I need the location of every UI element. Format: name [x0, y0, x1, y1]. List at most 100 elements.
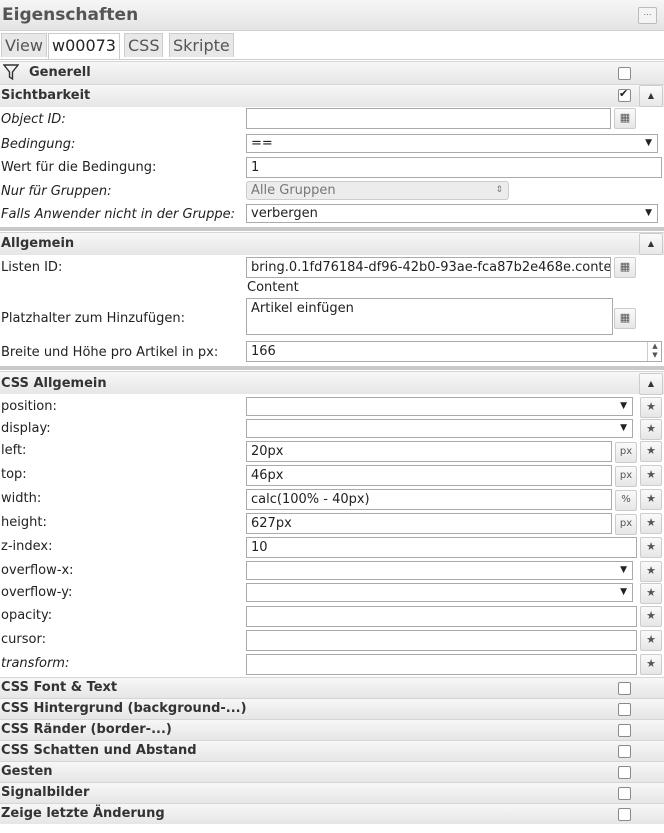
css-label: overflow-x:	[1, 563, 74, 578]
css-input[interactable]: 20px	[246, 441, 612, 462]
collapsed-group[interactable]: Gesten	[0, 761, 664, 782]
collapse-up-icon[interactable]: ▲	[639, 373, 663, 395]
css-input[interactable]: calc(100% - 40px)	[246, 489, 612, 510]
star-icon[interactable]: ★	[640, 513, 662, 534]
divider	[0, 227, 664, 231]
group-checkbox[interactable]	[618, 745, 631, 758]
platzhalter-textarea[interactable]: Artikel einfügen	[246, 298, 613, 335]
listen-id-input[interactable]: bring.0.1fd76184-df96-42b0-93ae-fca87b2e…	[246, 257, 611, 278]
css-input[interactable]	[246, 654, 637, 675]
object-id-input[interactable]	[246, 108, 611, 129]
platzhalter-browse-icon[interactable]: ▦	[614, 308, 636, 329]
star-icon[interactable]: ★	[640, 465, 662, 486]
css-input[interactable]	[246, 630, 637, 651]
chevron-down-icon: ▼	[620, 587, 627, 597]
css-spinner-input[interactable]: 10	[246, 537, 637, 558]
object-id-browse-icon[interactable]: ▦	[614, 108, 636, 129]
css-select[interactable]: ▼	[246, 419, 633, 438]
breite-input[interactable]: 166	[246, 341, 662, 362]
css-input[interactable]	[246, 606, 637, 627]
group-sichtbarkeit-label: Sichtbarkeit	[1, 88, 91, 103]
star-icon[interactable]: ★	[640, 441, 662, 462]
bedingung-select[interactable]: == ▼	[246, 134, 658, 153]
updown-icon: ⇕	[495, 185, 503, 195]
group-checkbox[interactable]	[618, 682, 631, 695]
css-label: opacity:	[1, 608, 53, 623]
tab-css[interactable]: CSS	[124, 33, 164, 57]
css-label: display:	[1, 421, 51, 436]
collapse-up-icon[interactable]: ▲	[639, 233, 663, 255]
css-label: cursor:	[1, 632, 46, 647]
collapsed-group[interactable]: Signalbilder	[0, 782, 664, 803]
generell-checkbox[interactable]	[618, 67, 631, 80]
dots-icon[interactable]: ⋯	[638, 7, 657, 24]
breite-spinner[interactable]: ▲ ▼	[647, 342, 662, 361]
css-input[interactable]: 627px	[246, 513, 612, 534]
tab-bar: View w00073 CSS Skripte	[0, 31, 664, 60]
star-icon[interactable]: ★	[640, 489, 662, 510]
collapsed-group[interactable]: CSS Ränder (border-...)	[0, 719, 664, 740]
group-allgemein[interactable]: Allgemein ▲	[0, 232, 664, 255]
star-icon[interactable]: ★	[640, 561, 662, 582]
unit-button[interactable]: px	[615, 514, 637, 535]
collapsed-group[interactable]: Zeige letzte Änderung	[0, 803, 664, 824]
group-checkbox[interactable]	[618, 703, 631, 716]
star-icon[interactable]: ★	[640, 397, 662, 418]
star-icon[interactable]: ★	[640, 583, 662, 604]
group-checkbox[interactable]	[618, 766, 631, 779]
collapsed-group-label: Gesten	[1, 764, 53, 779]
tab-w00073[interactable]: w00073	[48, 33, 120, 59]
group-css-allgemein[interactable]: CSS Allgemein ▲	[0, 371, 664, 395]
star-icon[interactable]: ★	[640, 630, 662, 651]
star-icon[interactable]: ★	[640, 606, 662, 627]
tab-skripte[interactable]: Skripte	[169, 33, 234, 57]
anwender-label: Falls Anwender nicht in der Gruppe:	[1, 207, 236, 222]
collapse-up-icon[interactable]: ▲	[639, 85, 663, 107]
chevron-down-icon: ▼	[645, 208, 652, 218]
collapsed-group[interactable]: CSS Schatten und Abstand	[0, 740, 664, 761]
star-icon[interactable]: ★	[640, 537, 662, 558]
gruppen-select[interactable]: Alle Gruppen ⇕	[246, 181, 509, 200]
group-generell[interactable]: Generell	[0, 61, 664, 84]
css-label: top:	[1, 467, 27, 482]
css-input[interactable]: 46px	[246, 465, 612, 486]
star-icon[interactable]: ★	[640, 654, 662, 675]
group-checkbox[interactable]	[618, 787, 631, 800]
wert-input[interactable]: 1	[246, 157, 662, 178]
listen-id-sub: Content	[247, 280, 299, 295]
unit-button[interactable]: px	[615, 466, 637, 487]
css-select[interactable]: ▼	[246, 397, 633, 416]
css-label: transform:	[1, 656, 70, 671]
css-label: left:	[1, 443, 27, 458]
collapsed-group[interactable]: CSS Hintergrund (background-...)	[0, 698, 664, 719]
anwender-select[interactable]: verbergen ▼	[246, 204, 658, 223]
unit-button[interactable]: %	[615, 490, 637, 511]
bedingung-value: ==	[251, 136, 273, 151]
listen-id-browse-icon[interactable]: ▦	[614, 257, 636, 278]
panel-titlebar: Eigenschaften ⋯	[0, 0, 664, 31]
css-label: height:	[1, 515, 47, 530]
wert-label: Wert für die Bedingung:	[1, 160, 157, 175]
collapsed-group[interactable]: CSS Font & Text	[0, 677, 664, 698]
collapsed-group-label: CSS Font & Text	[1, 680, 118, 695]
css-select[interactable]: ▼	[246, 583, 633, 602]
sichtbarkeit-checkbox[interactable]	[618, 87, 631, 102]
gruppen-label: Nur für Gruppen:	[1, 184, 112, 199]
group-generell-label: Generell	[29, 65, 91, 80]
css-select[interactable]: ▼	[246, 561, 633, 580]
unit-button[interactable]: px	[615, 442, 637, 463]
group-css-allgemein-label: CSS Allgemein	[1, 376, 107, 391]
group-checkbox[interactable]	[618, 808, 631, 821]
css-label: position:	[1, 399, 57, 414]
collapsed-group-label: Signalbilder	[1, 785, 90, 800]
listen-id-label: Listen ID:	[1, 260, 63, 275]
group-sichtbarkeit[interactable]: Sichtbarkeit ▲	[0, 84, 664, 107]
group-checkbox[interactable]	[618, 724, 631, 737]
star-icon[interactable]: ★	[640, 419, 662, 440]
collapsed-group-label: CSS Ränder (border-...)	[1, 722, 172, 737]
tab-view[interactable]: View	[1, 33, 47, 57]
css-label: width:	[1, 491, 42, 506]
platzhalter-label: Platzhalter zum Hinzufügen:	[1, 311, 185, 326]
filter-icon	[2, 63, 20, 85]
chevron-down-icon: ▼	[620, 423, 627, 433]
